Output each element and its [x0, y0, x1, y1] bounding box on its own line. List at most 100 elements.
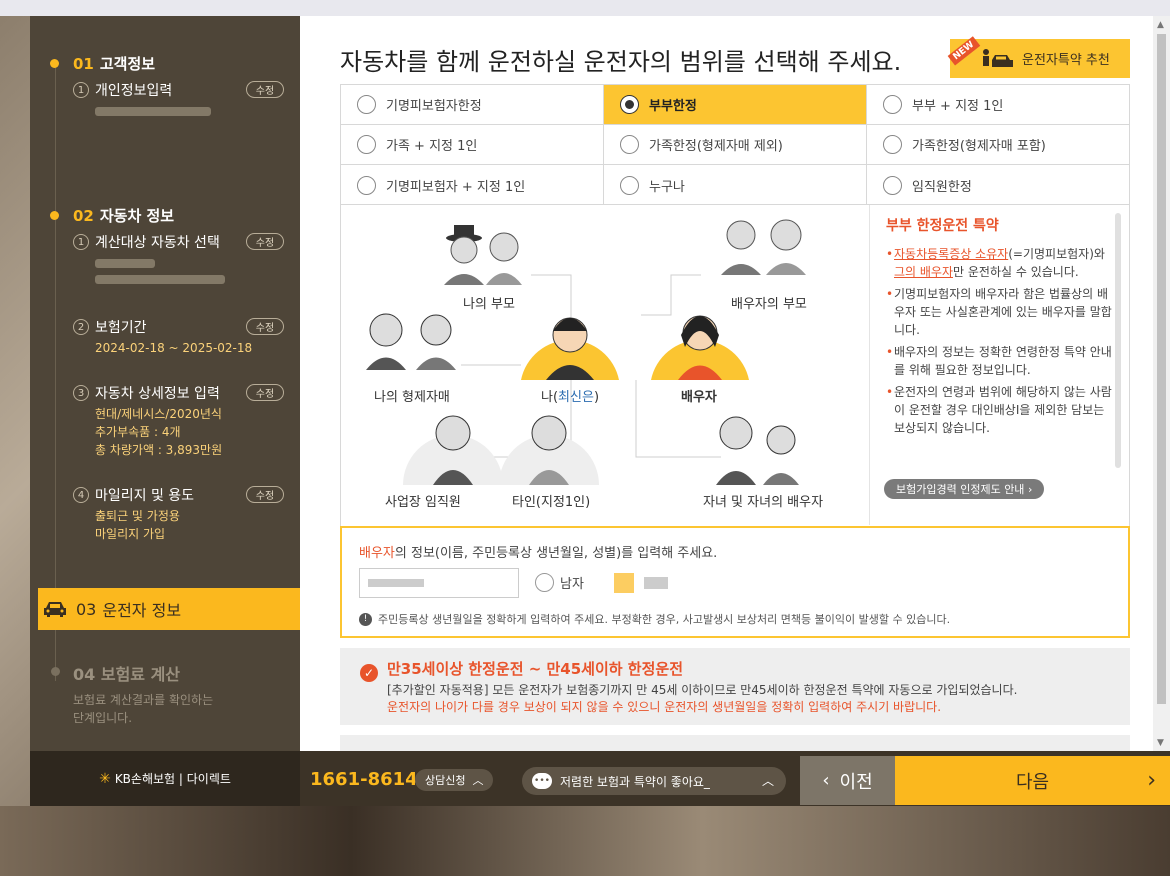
info-bullet: 기명피보험자의 배우자라 함은 법률상의 배우자 또는 사실혼관계에 있는 배우…: [886, 285, 1115, 339]
car-icon: [44, 602, 66, 617]
spouse-name-input[interactable]: [359, 568, 519, 598]
driver-scope-options: 기명피보험자한정 부부한정 부부 + 지정 1인 가족 + 지정 1인 가족한정…: [340, 84, 1130, 205]
edit-button[interactable]: 수정: [246, 384, 284, 401]
vehicle-model: 현대/제네시스/2020년식: [95, 407, 222, 421]
chevron-up-icon[interactable]: ︿: [762, 772, 774, 789]
substep-label: 자동차 상세정보 입력: [95, 386, 220, 402]
step-dot: [50, 59, 59, 68]
spouse-parents-figures: [721, 219, 806, 275]
redacted-radio: [614, 573, 634, 593]
substep-index: 3: [73, 385, 89, 401]
step-4-title: 보험료 계산: [100, 665, 181, 684]
step-4-number: 04: [73, 665, 96, 684]
option-employees[interactable]: 임직원한정: [867, 165, 1129, 205]
label-spouse: 배우자: [681, 390, 717, 405]
scroll-up-icon[interactable]: ▲: [1157, 20, 1164, 30]
option-label: 부부한정: [649, 99, 697, 114]
radio-checked-icon: [620, 95, 639, 114]
consult-request-button[interactable]: 상담신청 ︿: [415, 769, 494, 791]
relationship-diagram: 나의 부모 배우자의 부모 나의 형제자매 나(최신은) 배우자 사업장 임직원…: [340, 205, 1130, 527]
label-my-parents: 나의 부모: [463, 297, 515, 312]
info-list: 자동차등록증상 소유자(=기명피보험자)와 그의 배우자만 운전하실 수 있습니…: [886, 245, 1115, 437]
step-dot: [50, 211, 59, 220]
option-named-insured[interactable]: 기명피보험자한정: [341, 85, 604, 125]
step-number: 02: [73, 206, 94, 225]
option-label: 가족한정(형제자매 제외): [649, 139, 783, 154]
window-top-strip: [0, 0, 1170, 16]
info-highlight: 그의 배우자: [894, 265, 954, 279]
radio-label: 남자: [560, 577, 584, 592]
option-family-plus-one[interactable]: 가족 + 지정 1인: [341, 125, 604, 165]
edit-button[interactable]: 수정: [246, 318, 284, 335]
option-family-excl-siblings[interactable]: 가족한정(형제자매 제외): [604, 125, 867, 165]
new-badge: NEW: [947, 36, 980, 66]
step-4-desc-1: 보험료 계산결과를 확인하는: [73, 693, 214, 707]
mileage-value: 마일리지 가입: [95, 527, 166, 541]
progress-sidebar: 01 고객정보 1 개인정보입력 수정 02 자동차 정보 1 계산대상 자동차…: [30, 16, 300, 751]
substep-index: 2: [73, 319, 89, 335]
period-value: 2024-02-18 ~ 2025-02-18: [95, 341, 253, 355]
label-me-name: 최신은: [558, 390, 594, 405]
option-couple-plus-one[interactable]: 부부 + 지정 1인: [867, 85, 1129, 125]
substep-label: 계산대상 자동차 선택: [95, 235, 220, 251]
step-title: 고객정보: [99, 55, 156, 73]
substep-index: 4: [73, 487, 89, 503]
insurance-history-guide-button[interactable]: 보험가입경력 인정제도 안내 ›: [884, 479, 1045, 499]
scroll-down-icon[interactable]: ▼: [1157, 738, 1164, 748]
chevron-up-icon: ︿: [472, 774, 484, 787]
children-figures: [716, 416, 799, 485]
option-anyone[interactable]: 누구나: [604, 165, 867, 205]
prev-button[interactable]: ‹ 이전: [800, 756, 895, 805]
next-button[interactable]: 다음 ›: [895, 756, 1170, 805]
relationship-illustration: [366, 219, 806, 485]
info-text: (=기명피보험자)와: [1008, 247, 1105, 261]
page-scrollbar[interactable]: ▲ ▼: [1153, 16, 1170, 751]
label-me-prefix: 나(: [541, 390, 559, 405]
label-rest: 의 정보(이름, 주민등록상 생년월일, 성별)를 입력해 주세요.: [394, 546, 718, 561]
notice-line-2: 운전자의 나이가 다를 경우 보상이 되지 않을 수 있으니 운전자의 생년월일…: [387, 700, 942, 714]
substep-index: 1: [73, 234, 89, 250]
redacted-label: [644, 577, 668, 589]
gender-male-radio[interactable]: 남자: [535, 573, 584, 592]
option-label: 임직원한정: [912, 179, 972, 195]
label-highlight: 배우자: [359, 546, 395, 561]
recommend-driver-button[interactable]: NEW 운전자특약 추천: [947, 36, 1130, 78]
radio-icon: [883, 95, 902, 114]
radio-icon: [883, 175, 902, 195]
label-me: 나(최신은): [541, 386, 599, 405]
info-icon: !: [359, 612, 372, 626]
substep-label: 보험기간: [95, 320, 147, 336]
step-4-desc-2: 단계입니다.: [73, 711, 133, 725]
redacted-value: [95, 259, 155, 268]
info-bullet: 자동차등록증상 소유자(=기명피보험자)와 그의 배우자만 운전하실 수 있습니…: [886, 245, 1115, 281]
substep-index: 1: [73, 82, 89, 98]
label-other: 타인(지정1인): [512, 495, 591, 510]
parents-figures: [444, 225, 522, 285]
info-bullet: 운전자의 연령과 범위에 해당하지 않는 사람이 운전할 경우 대인배상I을 제…: [886, 383, 1115, 437]
button-label: 이전: [839, 771, 873, 793]
step-3-title: 운전자 정보: [102, 601, 182, 620]
phone-number[interactable]: 1661-8614: [310, 769, 418, 790]
chat-bar[interactable]: ••• 저렴한 보험과 특약이 좋아요_ ︿: [522, 767, 786, 795]
info-scrollbar[interactable]: [1115, 213, 1121, 468]
radio-icon: [535, 573, 554, 592]
recommend-label: 운전자특약 추천: [1022, 53, 1110, 68]
option-label: 기명피보험자한정: [386, 99, 482, 114]
gender-female-radio[interactable]: [614, 573, 668, 593]
info-title: 부부 한정운전 특약: [886, 218, 999, 234]
scroll-thumb[interactable]: [1157, 34, 1166, 704]
option-couple[interactable]: 부부한정: [604, 85, 867, 125]
chat-bubble-icon: •••: [532, 773, 552, 789]
option-family-incl-siblings[interactable]: 가족한정(형제자매 포함): [867, 125, 1129, 165]
substep-label: 개인정보입력: [95, 83, 173, 99]
substep-vehicle-detail: 3 자동차 상세정보 입력: [73, 383, 220, 403]
option-label: 가족 + 지정 1인: [386, 139, 478, 154]
radio-icon: [357, 175, 376, 195]
edit-button[interactable]: 수정: [246, 486, 284, 503]
option-named-plus-one[interactable]: 기명피보험자 + 지정 1인: [341, 165, 604, 205]
button-label: 보험가입경력 인정제도 안내: [896, 483, 1025, 496]
vehicle-value: 총 차량가액 : 3,893만원: [95, 443, 223, 457]
edit-button[interactable]: 수정: [246, 233, 284, 250]
step-dot: [51, 667, 60, 676]
edit-button[interactable]: 수정: [246, 81, 284, 98]
